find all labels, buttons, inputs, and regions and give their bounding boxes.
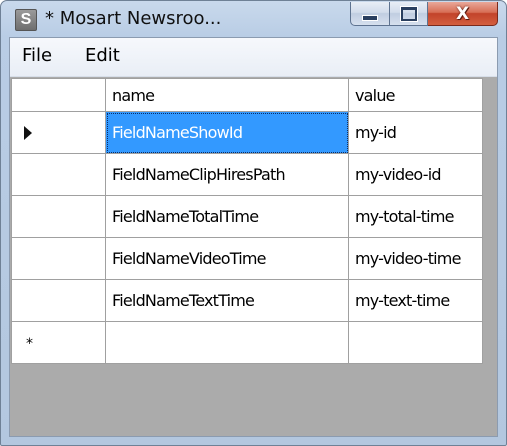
table-row[interactable]: FieldNameTotalTime my-total-time (11, 195, 483, 238)
row-header[interactable] (11, 111, 106, 154)
table-row[interactable]: FieldNameClipHiresPath my-video-id (11, 153, 483, 196)
table-row[interactable]: FieldNameTextTime my-text-time (11, 279, 483, 322)
maximize-icon (400, 6, 417, 21)
column-header-name[interactable]: name (105, 78, 349, 112)
current-row-arrow-icon (24, 125, 32, 140)
menu-edit[interactable]: Edit (85, 45, 120, 66)
table-row[interactable]: FieldNameShowId my-id (11, 111, 483, 154)
maximize-button[interactable] (390, 2, 428, 26)
corner-header-cell[interactable] (11, 78, 106, 112)
menu-bar: File Edit (10, 38, 497, 77)
table-row[interactable]: FieldNameVideoTime my-video-time (11, 237, 483, 280)
new-row[interactable]: * (11, 321, 483, 364)
minimize-button[interactable] (350, 2, 390, 26)
close-icon: X (455, 3, 470, 24)
grid-header-row: name value (11, 78, 483, 112)
window-title: * Mosart Newsroo... (45, 8, 222, 29)
value-cell[interactable]: my-id (348, 111, 483, 154)
title-bar[interactable]: S * Mosart Newsroo... X (1, 1, 506, 37)
row-header[interactable] (11, 195, 106, 238)
caption-buttons: X (350, 2, 498, 26)
grid-table: name value FieldNameShowId my-id FieldNa… (11, 78, 483, 364)
column-header-value[interactable]: value (348, 78, 483, 112)
client-area: File Edit name value FieldNameShowId my-… (9, 37, 498, 437)
row-header[interactable] (11, 153, 106, 196)
menu-file[interactable]: File (22, 45, 52, 66)
close-button[interactable]: X (428, 2, 498, 26)
value-cell[interactable]: my-video-time (348, 237, 483, 280)
minimize-icon (362, 14, 378, 21)
app-icon[interactable]: S (15, 9, 37, 31)
row-header[interactable] (11, 237, 106, 280)
value-cell[interactable]: my-total-time (348, 195, 483, 238)
name-cell[interactable]: FieldNameTextTime (105, 279, 349, 322)
name-cell[interactable]: FieldNameTotalTime (105, 195, 349, 238)
data-grid[interactable]: name value FieldNameShowId my-id FieldNa… (10, 77, 497, 436)
row-header[interactable]: * (11, 321, 106, 364)
name-cell[interactable]: FieldNameClipHiresPath (105, 153, 349, 196)
row-header[interactable] (11, 279, 106, 322)
name-cell[interactable]: FieldNameVideoTime (105, 237, 349, 280)
name-cell[interactable]: FieldNameShowId (105, 111, 349, 154)
name-cell[interactable] (105, 321, 349, 364)
value-cell[interactable] (348, 321, 483, 364)
value-cell[interactable]: my-video-id (348, 153, 483, 196)
new-row-marker-icon: * (26, 336, 33, 352)
app-window: S * Mosart Newsroo... X File Edit name v… (0, 0, 507, 446)
value-cell[interactable]: my-text-time (348, 279, 483, 322)
